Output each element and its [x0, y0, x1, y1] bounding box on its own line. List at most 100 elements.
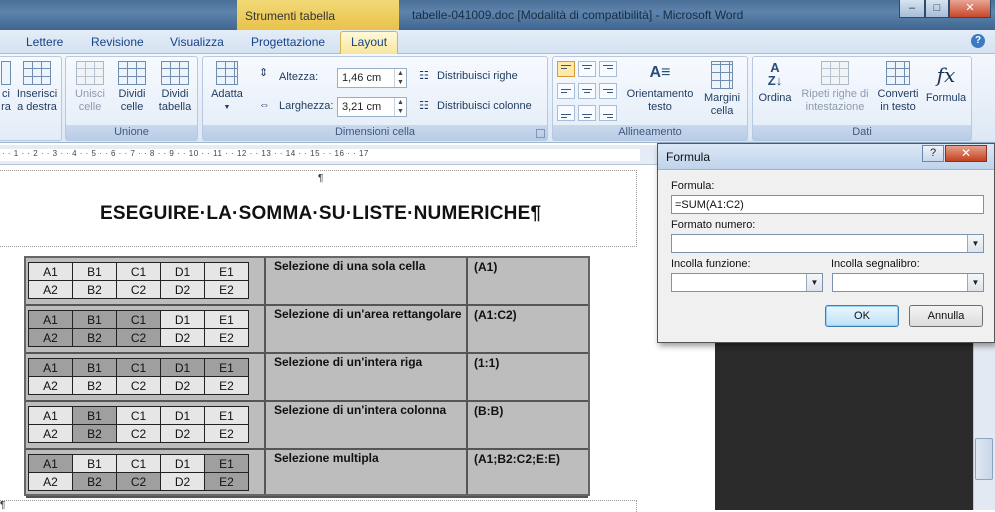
- scan-grid-cell: E2: [204, 472, 249, 491]
- dialog-help-button[interactable]: ?: [922, 145, 944, 162]
- scrollbar-thumb[interactable]: [975, 438, 993, 480]
- scan-reference: (A1): [474, 260, 498, 274]
- tab-visualizza[interactable]: Visualizza: [170, 35, 224, 49]
- split-table-icon: [161, 61, 189, 85]
- chevron-down-icon[interactable]: ▼: [806, 274, 822, 291]
- split-table-label2: tabella: [158, 101, 192, 113]
- repeat-header-label1: Ripeti righe di: [801, 88, 869, 100]
- insert-right-button[interactable]: Inserisci a destra: [13, 61, 61, 114]
- ok-button[interactable]: OK: [825, 305, 899, 327]
- sort-button[interactable]: A Z↓ Ordina: [755, 61, 795, 105]
- scan-grid-cell: C1: [116, 310, 161, 329]
- autofit-button[interactable]: Adatta ▼: [207, 61, 247, 114]
- formula-dialog: Formula ? ✕ Formula: Formato numero: ▼ I…: [657, 143, 995, 343]
- scan-grid-cell: D1: [160, 358, 205, 377]
- height-label: Altezza:: [279, 71, 319, 83]
- align-middle-center-button[interactable]: [578, 83, 596, 99]
- scan-mini-grid: A1 B1 C1 D1 E1 A2 B2 C2 D2 E2: [28, 406, 249, 443]
- text-direction-button[interactable]: A≡ Orientamento testo: [623, 61, 697, 114]
- number-format-select[interactable]: ▼: [671, 234, 984, 253]
- dialog-launcher-icon[interactable]: [536, 129, 545, 138]
- dialog-title-bar[interactable]: Formula ? ✕: [658, 144, 994, 170]
- ribbon-tabs: Lettere Revisione Visualizza Progettazio…: [0, 30, 995, 55]
- merge-cells-button[interactable]: Unisci celle: [70, 61, 110, 114]
- width-value: 3,21 cm: [342, 101, 382, 113]
- scan-description: Selezione di un'intera riga: [274, 355, 423, 369]
- dialog-close-button[interactable]: ✕: [945, 145, 987, 162]
- scan-grid-cell: A2: [28, 280, 73, 299]
- minimize-button[interactable]: –: [899, 0, 925, 18]
- scanned-table-image[interactable]: A1 B1 C1 D1 E1 A2 B2 C2 D2 E2 Selezione di una sol…: [24, 256, 590, 498]
- paste-bookmark-select[interactable]: ▼: [832, 273, 984, 292]
- align-bottom-right-button[interactable]: [599, 105, 617, 121]
- formula-button[interactable]: fx Formula: [923, 61, 969, 105]
- scan-row: A1 B1 C1 D1 E1 A2 B2 C2 D2 E2 Selezione di un'area…: [26, 306, 588, 354]
- insert-left-icon: [1, 61, 11, 85]
- spinner-arrows-icon[interactable]: ▲ ▼: [394, 69, 406, 87]
- group-righe-colonne: ci ra Inserisci a destra: [0, 56, 62, 141]
- scan-description: Selezione di un'area rettangolare: [274, 307, 462, 321]
- scan-mini-grid: A1 B1 C1 D1 E1 A2 B2 C2 D2 E2: [28, 310, 249, 347]
- scan-reference: (A1;B2:C2;E:E): [474, 452, 561, 466]
- repeat-header-rows-button[interactable]: Ripeti righe di intestazione: [797, 61, 873, 114]
- align-bottom-left-button[interactable]: [557, 105, 575, 121]
- scan-grid-cell: A2: [28, 328, 73, 347]
- paste-function-select[interactable]: ▼: [671, 273, 823, 292]
- distribute-columns-button[interactable]: Distribuisci colonne: [437, 100, 532, 112]
- number-format-label: Formato numero:: [671, 219, 756, 231]
- height-value: 1,46 cm: [342, 72, 382, 84]
- scan-row: A1 B1 C1 D1 E1 A2 B2 C2 D2 E2 Selezione di un'inte…: [26, 402, 588, 450]
- scan-grid-cell: A1: [28, 262, 73, 281]
- align-top-center-button[interactable]: [578, 61, 596, 77]
- align-middle-left-button[interactable]: [557, 83, 575, 99]
- height-spinner[interactable]: 1,46 cm ▲ ▼: [337, 68, 407, 88]
- split-cells-button[interactable]: Dividi celle: [112, 61, 152, 114]
- align-middle-right-button[interactable]: [599, 83, 617, 99]
- convert-label1: Converti: [877, 88, 919, 100]
- scan-reference: (A1:C2): [474, 308, 517, 322]
- scan-grid-cell: B2: [72, 280, 117, 299]
- ruler-ticks: · · 1 · · 2 · · 3 · · 4 · · 5 · · 6 · · …: [2, 149, 369, 158]
- text-direction-label1: Orientamento: [626, 88, 694, 100]
- scan-grid-cell: B1: [72, 310, 117, 329]
- autofit-dropdown-icon: ▼: [223, 104, 231, 111]
- split-table-button[interactable]: Dividi tabella: [154, 61, 196, 114]
- distribute-rows-button[interactable]: Distribuisci righe: [437, 70, 518, 82]
- convert-to-text-button[interactable]: Converti in testo: [875, 61, 921, 114]
- scan-grid-cell: B2: [72, 472, 117, 491]
- close-button[interactable]: ✕: [949, 0, 991, 18]
- distribute-columns-icon: ☷: [419, 100, 429, 112]
- paragraph-mark: ¶: [0, 500, 6, 511]
- tab-revisione[interactable]: Revisione: [91, 35, 144, 49]
- chevron-down-icon[interactable]: ▼: [967, 235, 983, 252]
- dialog-title: Formula: [666, 150, 711, 164]
- vertical-scrollbar[interactable]: [973, 340, 995, 510]
- ruler-track: · · 1 · · 2 · · 3 · · 4 · · 5 · · 6 · · …: [0, 149, 640, 161]
- formula-input[interactable]: [671, 195, 984, 214]
- tab-progettazione[interactable]: Progettazione: [251, 35, 325, 49]
- scan-description: Selezione di una sola cella: [274, 259, 426, 273]
- scan-grid-cell: A1: [28, 358, 73, 377]
- scan-grid-cell: E1: [204, 358, 249, 377]
- width-spinner[interactable]: 3,21 cm ▲ ▼: [337, 97, 407, 117]
- tab-lettere[interactable]: Lettere: [26, 35, 63, 49]
- scan-reference: (B:B): [474, 404, 504, 418]
- scan-grid-cell: C2: [116, 424, 161, 443]
- help-icon[interactable]: ?: [971, 34, 985, 48]
- align-top-left-button[interactable]: [557, 61, 575, 77]
- align-bottom-center-button[interactable]: [578, 105, 596, 121]
- scan-grid-cell: B1: [72, 358, 117, 377]
- group-unione: Unisci celle Dividi celle Dividi tabella…: [65, 56, 198, 141]
- spinner-arrows-icon[interactable]: ▲ ▼: [394, 98, 406, 116]
- tab-layout[interactable]: Layout: [340, 31, 399, 55]
- scan-row: A1 B1 C1 D1 E1 A2 B2 C2 D2 E2 Selezione multipla (A…: [26, 450, 588, 498]
- horizontal-ruler[interactable]: · · 1 · · 2 · · 3 · · 4 · · 5 · · 6 · · …: [0, 145, 660, 165]
- group-label-dimensioni: Dimensioni cella: [203, 125, 547, 140]
- align-top-right-button[interactable]: [599, 61, 617, 77]
- scan-grid-cell: A2: [28, 424, 73, 443]
- insert-left-button[interactable]: ci ra: [0, 61, 13, 114]
- cancel-button[interactable]: Annulla: [909, 305, 983, 327]
- maximize-button[interactable]: □: [925, 0, 949, 18]
- chevron-down-icon[interactable]: ▼: [967, 274, 983, 291]
- cell-margins-button[interactable]: Margini cella: [699, 61, 745, 118]
